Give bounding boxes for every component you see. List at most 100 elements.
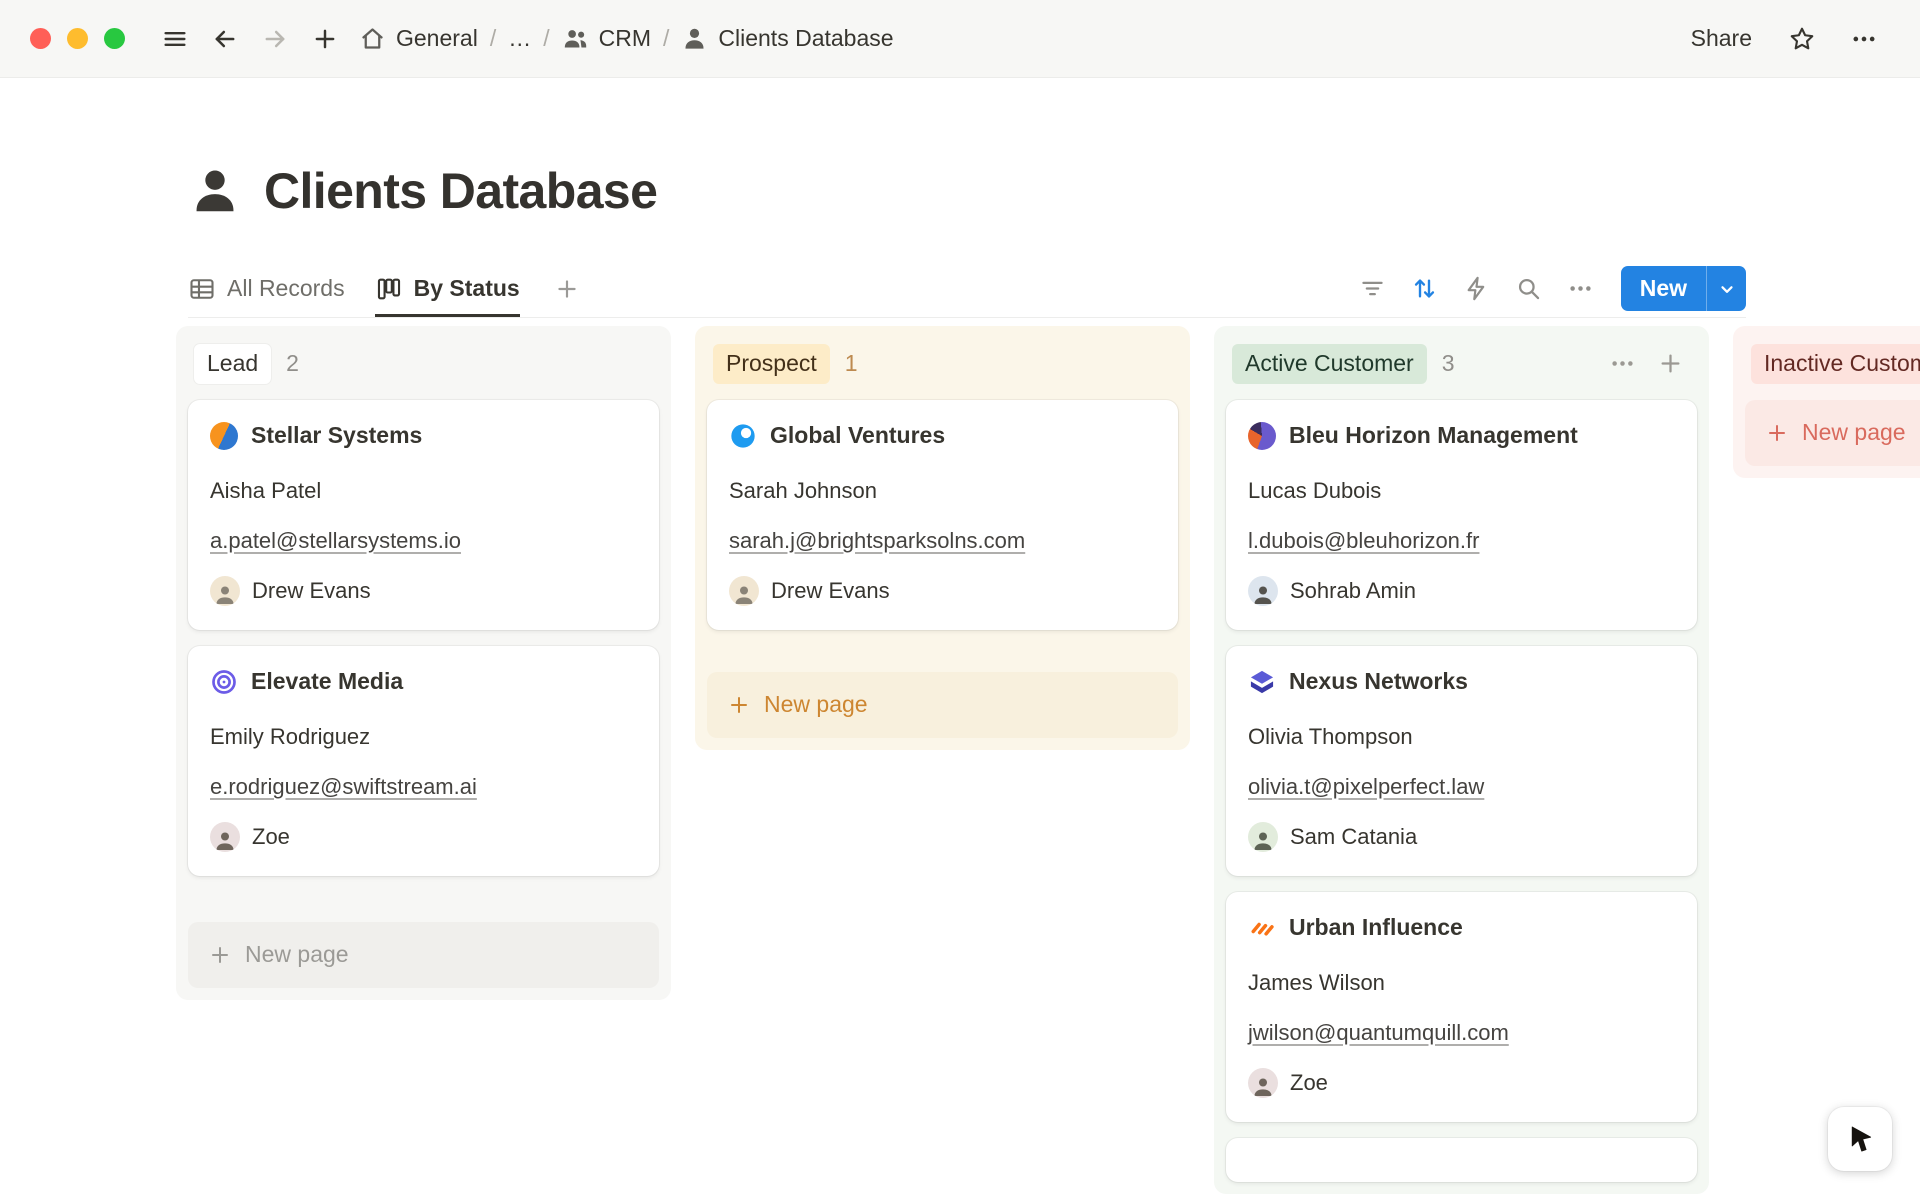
board-card-partially-visible[interactable] — [1226, 1138, 1697, 1182]
tab-label: By Status — [414, 275, 520, 302]
person-icon — [681, 25, 708, 52]
titlebar: General / … / CRM / Clients Database Sha… — [0, 0, 1920, 78]
close-window-button[interactable] — [30, 28, 51, 49]
arrow-left-icon — [211, 25, 239, 53]
board-view-icon — [375, 275, 403, 303]
column-status-tag[interactable]: Prospect — [713, 344, 830, 384]
tab-by-status[interactable]: By Status — [375, 260, 520, 317]
board-card[interactable]: Stellar Systems Aisha Patel a.patel@stel… — [188, 400, 659, 630]
board-column-active-customer: Active Customer 3 Bleu Horizon Managemen… — [1214, 326, 1709, 1194]
automations-button[interactable] — [1455, 267, 1499, 311]
column-header: Active Customer 3 — [1226, 338, 1697, 400]
breadcrumb-current-page[interactable]: Clients Database — [681, 25, 893, 52]
column-status-tag[interactable]: Active Customer — [1232, 344, 1427, 384]
board-card[interactable]: Nexus Networks Olivia Thompson olivia.t@… — [1226, 646, 1697, 876]
column-cards: New page — [1745, 400, 1920, 466]
avatar — [1248, 576, 1278, 606]
page-body: Clients Database All Records By Status — [0, 78, 1920, 1200]
card-title: Bleu Horizon Management — [1289, 422, 1578, 449]
breadcrumb-separator: / — [490, 25, 496, 52]
plus-icon — [311, 25, 339, 53]
forward-button[interactable] — [253, 17, 297, 61]
more-options-button[interactable] — [1842, 17, 1886, 61]
add-view-button[interactable] — [554, 276, 580, 302]
card-title: Elevate Media — [251, 668, 403, 695]
breadcrumb-separator: / — [663, 25, 669, 52]
view-options-button[interactable] — [1559, 267, 1603, 311]
new-record-button[interactable]: New — [1621, 266, 1746, 311]
cursor-pointer-icon — [1843, 1122, 1877, 1156]
column-status-tag[interactable]: Inactive Customer — [1751, 344, 1920, 384]
breadcrumb-root-label: General — [396, 25, 478, 52]
column-status-tag[interactable]: Lead — [194, 344, 271, 384]
new-page-label: New page — [764, 691, 868, 718]
sort-arrows-icon — [1411, 275, 1438, 302]
table-view-icon — [188, 275, 216, 303]
card-contact-name: Sarah Johnson — [729, 478, 1156, 504]
card-owner: Sohrab Amin — [1248, 576, 1675, 606]
plus-icon — [727, 693, 751, 717]
new-page-button[interactable]: New page — [188, 922, 659, 988]
card-contact-name: James Wilson — [1248, 970, 1675, 996]
avatar — [1248, 822, 1278, 852]
breadcrumb-crm[interactable]: CRM — [562, 25, 651, 52]
titlebar-actions: Share — [1681, 17, 1886, 61]
board-card[interactable]: Urban Influence James Wilson jwilson@qua… — [1226, 892, 1697, 1122]
board-card[interactable]: Elevate Media Emily Rodriguez e.rodrigue… — [188, 646, 659, 876]
new-tab-button[interactable] — [303, 17, 347, 61]
card-title: Nexus Networks — [1289, 668, 1468, 695]
card-owner-name: Drew Evans — [252, 578, 371, 604]
share-button[interactable]: Share — [1681, 19, 1762, 58]
chevron-down-icon[interactable] — [1706, 266, 1746, 311]
sidebar-toggle-button[interactable] — [153, 17, 197, 61]
favorite-button[interactable] — [1780, 17, 1824, 61]
card-email-link[interactable]: olivia.t@pixelperfect.law — [1248, 774, 1484, 800]
new-page-button[interactable]: New page — [1745, 400, 1920, 466]
board-column-inactive-customer: Inactive Customer New page — [1733, 326, 1920, 478]
minimize-window-button[interactable] — [67, 28, 88, 49]
breadcrumb-collapsed[interactable]: … — [508, 25, 531, 52]
card-email-link[interactable]: a.patel@stellarsystems.io — [210, 528, 461, 554]
board-card[interactable]: Bleu Horizon Management Lucas Dubois l.d… — [1226, 400, 1697, 630]
sort-button[interactable] — [1403, 267, 1447, 311]
view-tabs: All Records By Status — [188, 260, 580, 317]
column-cards: Stellar Systems Aisha Patel a.patel@stel… — [188, 400, 659, 988]
filter-icon — [1359, 275, 1386, 302]
arrow-right-icon — [261, 25, 289, 53]
card-contact-name: Olivia Thompson — [1248, 724, 1675, 750]
home-icon — [359, 25, 386, 52]
traffic-lights — [30, 28, 125, 49]
card-email-link[interactable]: sarah.j@brightsparksolns.com — [729, 528, 1025, 554]
back-button[interactable] — [203, 17, 247, 61]
column-count: 2 — [286, 350, 299, 377]
board-card[interactable]: Global Ventures Sarah Johnson sarah.j@br… — [707, 400, 1178, 630]
new-page-button[interactable]: New page — [707, 672, 1178, 738]
ellipsis-icon — [1850, 25, 1878, 53]
nexus-networks-logo-icon — [1248, 668, 1276, 696]
column-add-card-button[interactable] — [1651, 345, 1689, 383]
ellipsis-icon — [1567, 275, 1594, 302]
zoom-window-button[interactable] — [104, 28, 125, 49]
card-owner-name: Zoe — [252, 824, 290, 850]
new-button-label: New — [1621, 266, 1706, 311]
card-email-link[interactable]: l.dubois@bleuhorizon.fr — [1248, 528, 1479, 554]
card-contact-name: Emily Rodriguez — [210, 724, 637, 750]
card-email-link[interactable]: jwilson@quantumquill.com — [1248, 1020, 1509, 1046]
filter-button[interactable] — [1351, 267, 1395, 311]
column-header: Prospect 1 — [707, 338, 1178, 400]
column-options-button[interactable] — [1603, 345, 1641, 383]
card-title: Urban Influence — [1289, 914, 1463, 941]
breadcrumb-separator: / — [543, 25, 549, 52]
star-icon — [1788, 25, 1816, 53]
column-controls — [1603, 345, 1689, 383]
page-person-icon[interactable] — [188, 164, 242, 218]
breadcrumb: General / … / CRM / Clients Database — [359, 25, 894, 52]
page-header: Clients Database — [188, 162, 1920, 220]
tab-all-records[interactable]: All Records — [188, 260, 345, 317]
search-button[interactable] — [1507, 267, 1551, 311]
avatar — [210, 576, 240, 606]
card-title: Global Ventures — [770, 422, 945, 449]
breadcrumb-crm-label: CRM — [599, 25, 651, 52]
breadcrumb-home[interactable]: General — [359, 25, 478, 52]
card-email-link[interactable]: e.rodriguez@swiftstream.ai — [210, 774, 477, 800]
